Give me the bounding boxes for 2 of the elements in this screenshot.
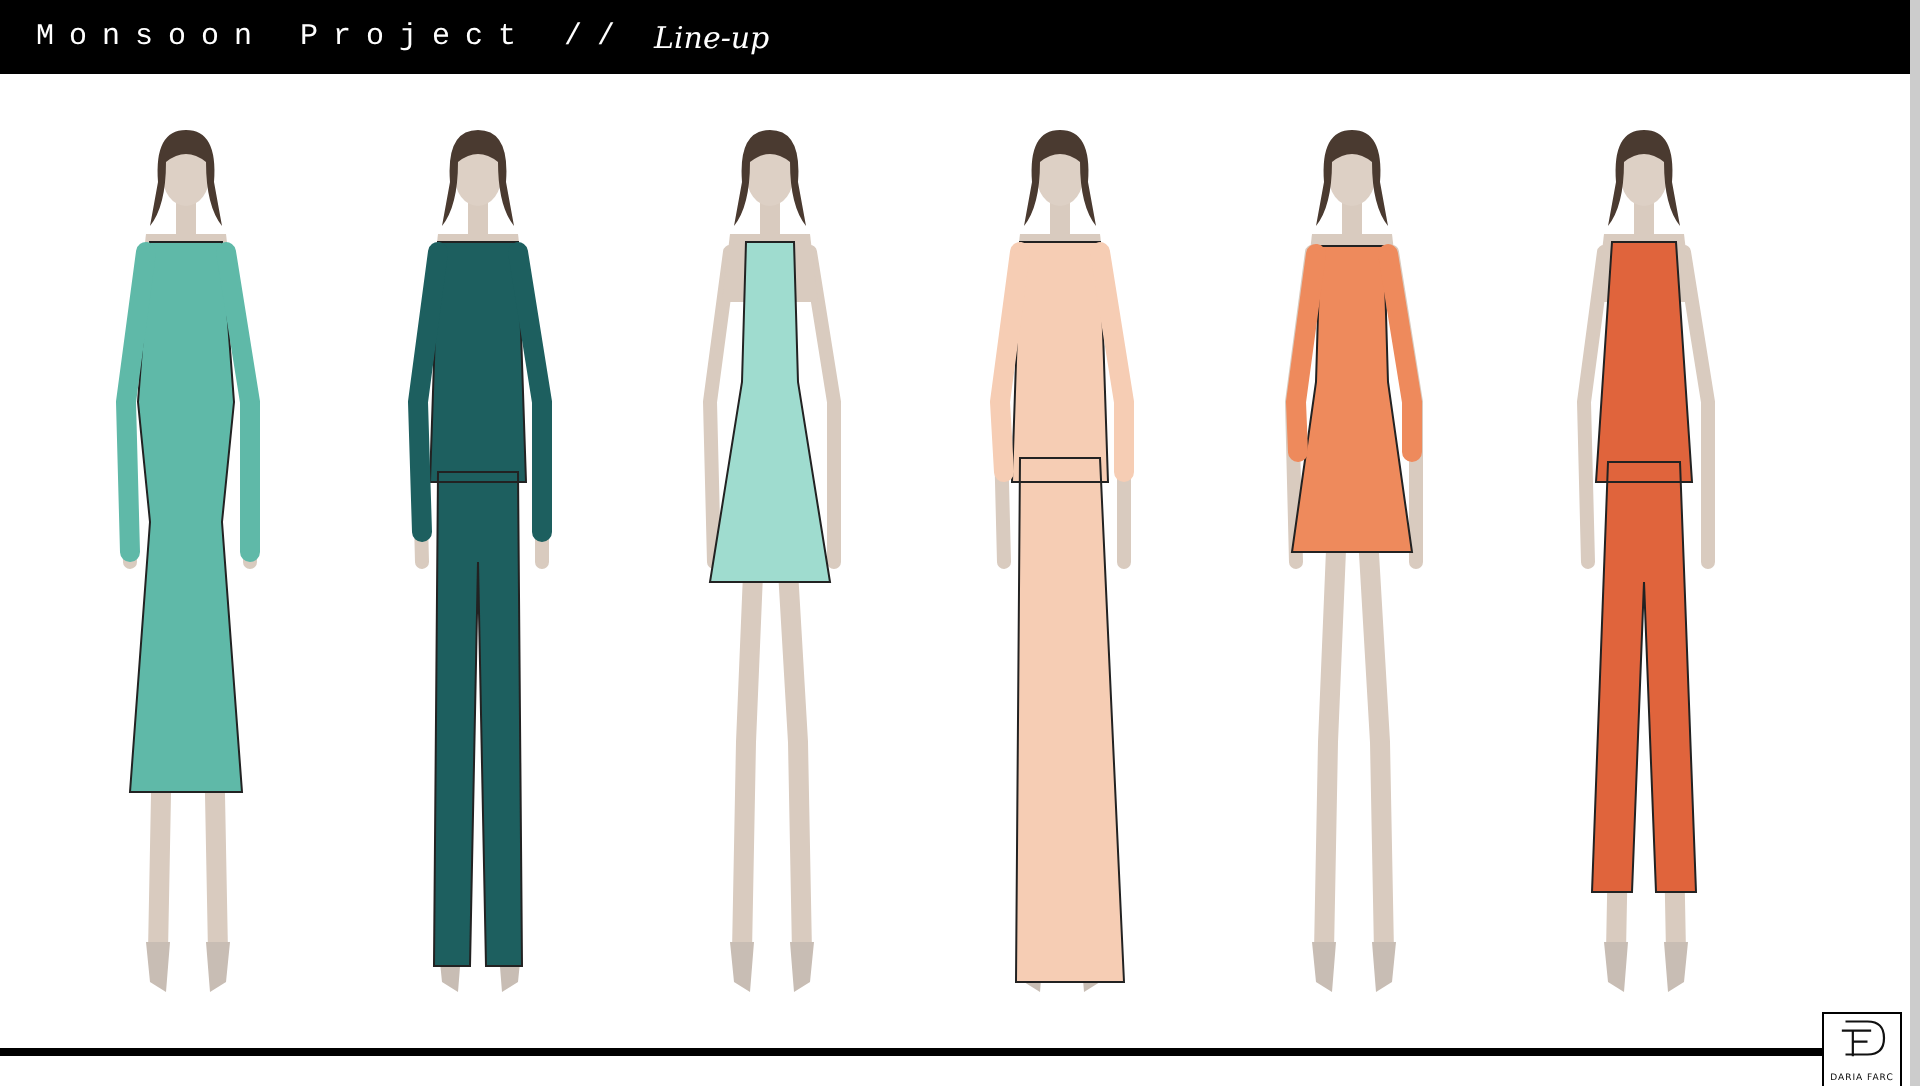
project-title: Monsoon Project // <box>36 20 631 54</box>
lineup-subtitle: Line-up <box>654 19 770 55</box>
